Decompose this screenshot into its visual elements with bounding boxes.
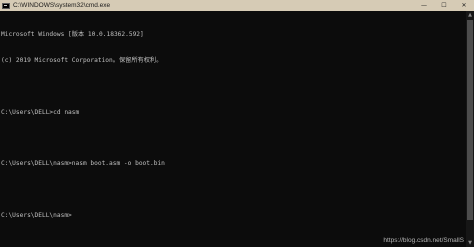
console-line: (c) 2019 Microsoft Corporation。保留所有权利。 bbox=[1, 56, 163, 64]
cmd-app-icon bbox=[2, 2, 10, 9]
maximize-button[interactable]: ☐ bbox=[434, 0, 454, 11]
console-output[interactable]: Microsoft Windows [版本 10.0.18362.592] (c… bbox=[0, 11, 466, 247]
close-button[interactable]: ✕ bbox=[454, 0, 474, 11]
minimize-button[interactable]: — bbox=[414, 0, 434, 11]
console-prompt-line: C:\Users\DELL\nasm> bbox=[1, 211, 72, 219]
console-line: C:\Users\DELL\nasm>nasm boot.asm -o boot… bbox=[1, 160, 165, 168]
vertical-scrollbar[interactable]: ▲ ▼ bbox=[466, 11, 474, 247]
console-line: C:\Users\DELL>cd nasm bbox=[1, 108, 80, 116]
window-controls: — ☐ ✕ bbox=[414, 0, 474, 11]
title-bar[interactable]: C:\WINDOWS\system32\cmd.exe — ☐ ✕ bbox=[0, 0, 474, 11]
scroll-down-arrow-icon[interactable]: ▼ bbox=[466, 239, 474, 247]
console-line: Microsoft Windows [版本 10.0.18362.592] bbox=[1, 31, 144, 39]
watermark-text: https://blog.csdn.net/SmallS bbox=[383, 237, 464, 244]
scrollbar-thumb[interactable] bbox=[467, 20, 473, 220]
window-title: C:\WINDOWS\system32\cmd.exe bbox=[13, 2, 111, 9]
cmd-window: C:\WINDOWS\system32\cmd.exe — ☐ ✕ Micros… bbox=[0, 0, 474, 247]
scroll-up-arrow-icon[interactable]: ▲ bbox=[466, 11, 474, 19]
